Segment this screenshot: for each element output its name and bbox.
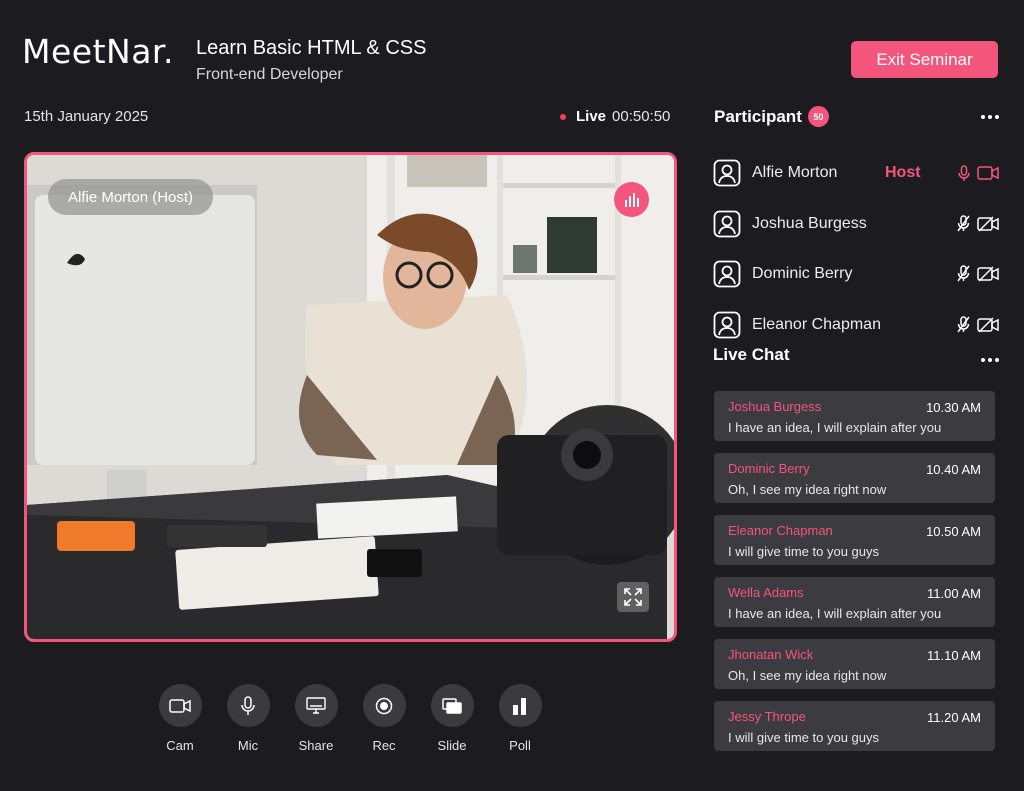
- chat-messages: Joshua Burgess 10.30 AM I have an idea, …: [714, 391, 995, 763]
- poll-label: Poll: [509, 738, 531, 753]
- chat-text: Oh, I see my idea right now: [728, 482, 887, 497]
- camera-off-icon[interactable]: [977, 317, 999, 333]
- chat-time: 11.00 AM: [927, 586, 981, 601]
- participant-name: Dominic Berry: [752, 265, 853, 283]
- call-controls: Cam Mic Share Rec Slide Poll: [158, 684, 542, 753]
- cam-control[interactable]: Cam: [158, 684, 202, 753]
- user-avatar-icon: [713, 210, 741, 238]
- participant-row[interactable]: Alfie Morton Host: [713, 148, 999, 199]
- screen-share-icon[interactable]: [294, 684, 338, 727]
- chat-time: 10.50 AM: [926, 524, 981, 539]
- live-indicator: Live 00:50:50: [560, 108, 670, 125]
- participant-media-status: [957, 265, 999, 283]
- participants-title: Participant: [714, 106, 802, 126]
- participant-name: Eleanor Chapman: [752, 315, 881, 333]
- participant-media-status: [957, 316, 999, 334]
- rec-control[interactable]: Rec: [362, 684, 406, 753]
- live-dot-icon: [560, 113, 566, 120]
- participant-count-badge: 50: [807, 106, 829, 127]
- participant-name: Alfie Morton: [752, 164, 838, 182]
- elapsed-time: 00:50:50: [612, 108, 671, 125]
- participant-row[interactable]: Dominic Berry: [713, 249, 999, 300]
- chat-time: 10.30 AM: [926, 400, 981, 415]
- chat-text: I have an idea, I will explain after you: [728, 420, 942, 435]
- rec-label: Rec: [372, 738, 396, 753]
- record-icon[interactable]: [362, 684, 406, 727]
- user-avatar-icon: [713, 311, 741, 339]
- chat-message[interactable]: Joshua Burgess 10.30 AM I have an idea, …: [714, 391, 995, 441]
- user-avatar-icon: [713, 260, 741, 288]
- live-label: Live: [576, 108, 607, 125]
- participants-more-icon[interactable]: [981, 115, 999, 119]
- chat-more-icon[interactable]: [981, 358, 999, 362]
- bar-chart-icon[interactable]: [614, 182, 649, 217]
- chat-time: 10.40 AM: [926, 462, 981, 477]
- video-frame-image: [27, 155, 674, 639]
- app-logo: MeetNar.: [22, 32, 174, 71]
- slide-label: Slide: [437, 738, 467, 753]
- seminar-title: Learn Basic HTML & CSS: [196, 37, 427, 59]
- chat-time: 11.20 AM: [927, 710, 981, 725]
- chat-message[interactable]: Dominic Berry 10.40 AM Oh, I see my idea…: [714, 453, 995, 503]
- seminar-subtitle: Front-end Developer: [196, 66, 343, 83]
- participants-heading: Participant 50: [714, 106, 829, 127]
- exit-seminar-button[interactable]: Exit Seminar: [851, 41, 998, 78]
- cam-label: Cam: [166, 738, 194, 753]
- chat-message[interactable]: Eleanor Chapman 10.50 AM I will give tim…: [714, 515, 995, 565]
- chat-text: Oh, I see my idea right now: [728, 668, 887, 683]
- microphone-on-icon[interactable]: [958, 165, 970, 182]
- participant-row[interactable]: Joshua Burgess: [713, 199, 999, 250]
- chat-text: I will give time to you guys: [728, 730, 880, 745]
- camera-on-icon[interactable]: [977, 166, 999, 180]
- participant-media-status: [958, 165, 999, 182]
- main-video[interactable]: Alfie Morton (Host): [24, 152, 677, 642]
- chat-text: I will give time to you guys: [728, 544, 880, 559]
- share-control[interactable]: Share: [294, 684, 338, 753]
- chat-text: I have an idea, I will explain after you: [728, 606, 942, 621]
- chat-time: 11.10 AM: [927, 648, 981, 663]
- camera-off-icon[interactable]: [977, 216, 999, 232]
- user-avatar-icon: [713, 159, 741, 187]
- participant-row[interactable]: Eleanor Chapman: [713, 300, 999, 351]
- speaker-label: Alfie Morton (Host): [48, 179, 214, 215]
- chat-message[interactable]: Jessy Thrope 11.20 AM I will give time t…: [714, 701, 995, 751]
- session-date: 15th January 2025: [24, 108, 149, 125]
- chat-message[interactable]: Wella Adams 11.00 AM I have an idea, I w…: [714, 577, 995, 627]
- share-label: Share: [298, 738, 334, 753]
- poll-icon[interactable]: [498, 684, 542, 727]
- host-tag: Host: [885, 164, 921, 182]
- participant-list: Alfie Morton Host Joshua Burgess Dominic…: [713, 148, 999, 350]
- microphone-off-icon[interactable]: [957, 316, 970, 334]
- microphone-off-icon[interactable]: [957, 265, 970, 283]
- camera-icon[interactable]: [158, 684, 202, 727]
- slides-icon[interactable]: [430, 684, 474, 727]
- microphone-off-icon[interactable]: [957, 215, 970, 233]
- expand-icon[interactable]: [617, 582, 649, 612]
- mic-label: Mic: [237, 738, 259, 753]
- microphone-icon[interactable]: [226, 684, 270, 727]
- camera-off-icon[interactable]: [977, 266, 999, 282]
- chat-message[interactable]: Jhonatan Wick 11.10 AM Oh, I see my idea…: [714, 639, 995, 689]
- participant-media-status: [957, 215, 999, 233]
- mic-control[interactable]: Mic: [226, 684, 270, 753]
- live-chat-heading: Live Chat: [713, 345, 790, 364]
- poll-control[interactable]: Poll: [498, 684, 542, 753]
- slide-control[interactable]: Slide: [430, 684, 474, 753]
- participant-name: Joshua Burgess: [752, 214, 867, 232]
